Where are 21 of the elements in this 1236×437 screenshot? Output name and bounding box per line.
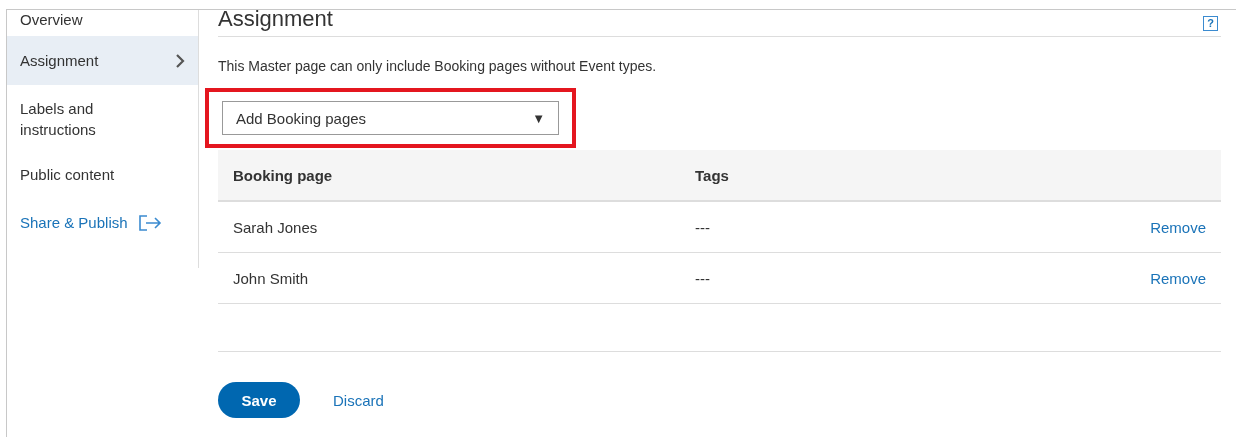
add-booking-pages-dropdown[interactable]: Add Booking pages ▼ (222, 101, 559, 135)
remove-link[interactable]: Remove (1150, 218, 1206, 236)
save-button[interactable]: Save (218, 382, 300, 418)
sidebar-item[interactable]: Share & Publish (7, 199, 198, 246)
discard-link[interactable]: Discard (333, 391, 384, 409)
sidebar-item[interactable]: Overview (7, 2, 198, 36)
share-icon (137, 213, 162, 232)
remove-link[interactable]: Remove (1150, 269, 1206, 287)
table-cell: --- (680, 201, 911, 253)
column-header: Booking page (218, 150, 680, 201)
sidebar-item[interactable]: Labels and instructions (7, 89, 198, 149)
description-text: This Master page can only include Booking pages without Event types. (218, 57, 658, 76)
table-cell: John Smith (218, 252, 680, 304)
page-title: Assignment (218, 5, 333, 32)
sidebar-item[interactable]: Assignment (7, 36, 198, 85)
table-cell: --- (680, 252, 911, 304)
chevron-right-icon (175, 52, 185, 69)
column-header: Tags (680, 150, 911, 201)
table-cell: Sarah Jones (218, 201, 680, 253)
sidebar-item[interactable]: Public content (7, 149, 198, 199)
help-button[interactable]: ? (1203, 15, 1218, 31)
